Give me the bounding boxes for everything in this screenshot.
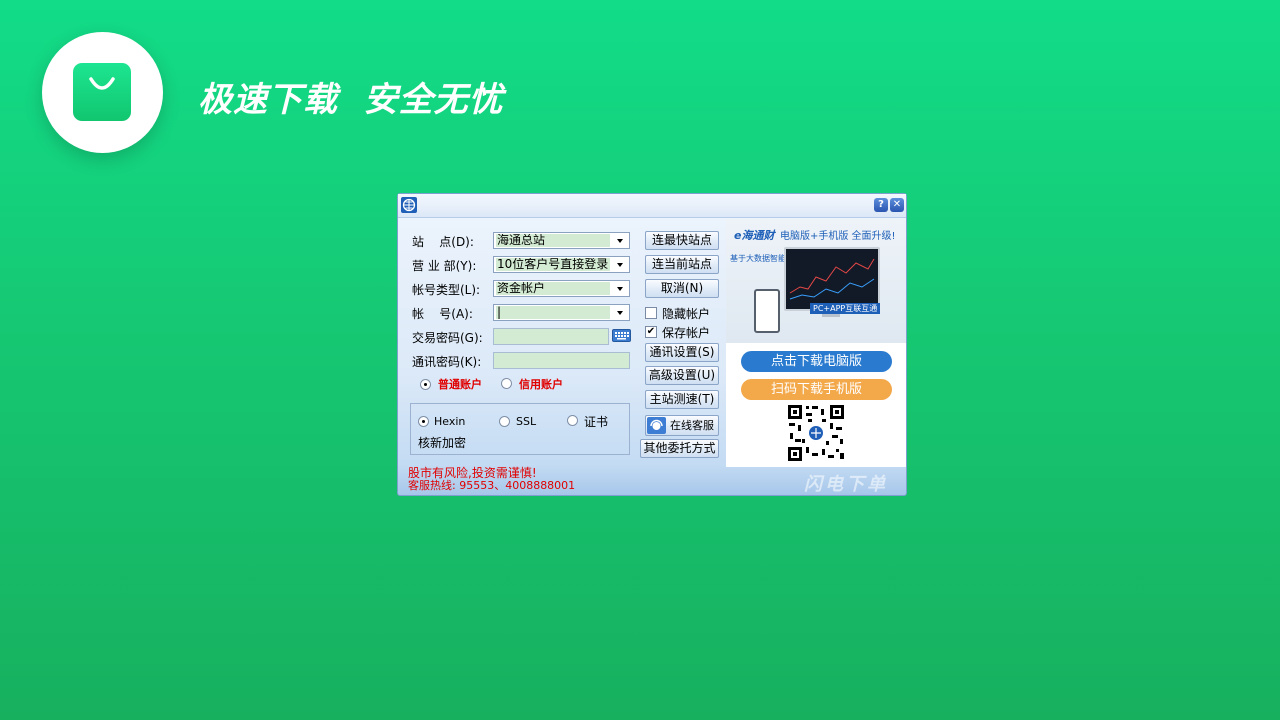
chevron-down-icon[interactable] bbox=[613, 234, 628, 247]
ad-panel[interactable]: e海通财 电脑版+手机版 全面升级! 基于大数据智能化投资 PC+APP互联互通… bbox=[726, 219, 906, 467]
login-dialog: ? ✕ 站 点(D): 营 业 部(Y): 帐号类型(L): 帐 号(A): 交… bbox=[397, 193, 907, 496]
account-type-label: 帐号类型(L): bbox=[412, 283, 481, 297]
flash-order-logo: 闪电下单 bbox=[804, 474, 888, 495]
qr-code-image[interactable] bbox=[786, 403, 846, 463]
online-service-label: 在线客服 bbox=[670, 419, 714, 432]
trade-password-label: 交易密码(G): bbox=[412, 331, 483, 345]
comm-settings-button[interactable]: 通讯设置(S) bbox=[645, 343, 719, 362]
phone-image bbox=[754, 289, 780, 333]
cert-label: 证书 bbox=[584, 415, 609, 429]
branch-select-value: 10位客户号直接登录 bbox=[496, 258, 610, 271]
advanced-settings-button[interactable]: 高级设置(U) bbox=[645, 366, 719, 385]
branch-select[interactable]: 10位客户号直接登录 bbox=[493, 256, 630, 273]
hexin-label: Hexin bbox=[434, 415, 466, 428]
verify-encrypt-label: 核新加密 bbox=[418, 436, 467, 450]
keyboard-icon[interactable] bbox=[612, 329, 631, 342]
branch-label: 营 业 部(Y): bbox=[412, 259, 477, 273]
connect-fastest-button[interactable]: 连最快站点 bbox=[645, 231, 719, 250]
hotline-text: 客服热线: 95553、4008888001 bbox=[408, 479, 576, 492]
cert-radio[interactable] bbox=[567, 415, 578, 426]
close-icon[interactable]: ✕ bbox=[890, 198, 904, 212]
normal-account-label: 普通账户 bbox=[438, 378, 482, 391]
speed-test-button[interactable]: 主站测速(T) bbox=[645, 390, 719, 409]
download-mobile-button[interactable]: 扫码下载手机版 bbox=[741, 379, 892, 400]
hexin-radio[interactable] bbox=[418, 416, 429, 427]
credit-account-radio[interactable] bbox=[501, 378, 512, 389]
chevron-down-icon[interactable] bbox=[613, 258, 628, 271]
comm-password-label: 通讯密码(K): bbox=[412, 355, 482, 369]
comm-password-input[interactable] bbox=[493, 352, 630, 369]
monitor-image bbox=[784, 247, 880, 311]
normal-account-radio[interactable] bbox=[420, 379, 431, 390]
account-type-select[interactable]: 资金帐户 bbox=[493, 280, 630, 297]
account-input-value[interactable]: | bbox=[496, 306, 610, 319]
ad-banner[interactable]: e海通财 电脑版+手机版 全面升级! 基于大数据智能化投资 PC+APP互联互通 bbox=[726, 219, 906, 343]
hide-account-checkbox[interactable] bbox=[645, 307, 657, 319]
ad-headline: 电脑版+手机版 全面升级! bbox=[780, 231, 896, 242]
ssl-label: SSL bbox=[516, 415, 537, 428]
other-methods-button[interactable]: 其他委托方式 bbox=[640, 439, 719, 458]
ssl-radio[interactable] bbox=[499, 416, 510, 427]
account-input[interactable]: | bbox=[493, 304, 630, 321]
online-service-button[interactable]: 在线客服 bbox=[645, 415, 719, 436]
ad-brand: e海通财 bbox=[734, 229, 775, 242]
site-select[interactable]: 海通总站 bbox=[493, 232, 630, 249]
dialog-titlebar: ? ✕ bbox=[398, 194, 906, 218]
trade-password-input[interactable] bbox=[493, 328, 609, 345]
save-account-checkbox[interactable]: ✔ bbox=[645, 326, 657, 338]
hide-account-label: 隐藏帐户 bbox=[662, 307, 711, 321]
site-label: 站 点(D): bbox=[412, 235, 474, 249]
slogan-text: 极速下载 安全无忧 bbox=[198, 80, 504, 120]
chevron-down-icon[interactable] bbox=[613, 306, 628, 319]
account-label: 帐 号(A): bbox=[412, 307, 473, 321]
ad-pc-app: PC+APP互联互通 bbox=[810, 303, 881, 314]
download-pc-button[interactable]: 点击下载电脑版 bbox=[741, 351, 892, 372]
headset-icon bbox=[647, 417, 666, 434]
app-logo bbox=[42, 32, 163, 153]
shopping-bag-icon bbox=[73, 63, 131, 121]
haitong-logo-icon bbox=[401, 197, 417, 213]
account-type-select-value: 资金帐户 bbox=[496, 282, 610, 295]
help-icon[interactable]: ? bbox=[874, 198, 888, 212]
credit-account-label: 信用账户 bbox=[519, 378, 563, 391]
save-account-label: 保存帐户 bbox=[662, 326, 711, 340]
site-select-value: 海通总站 bbox=[496, 234, 610, 247]
cancel-button[interactable]: 取消(N) bbox=[645, 279, 719, 298]
chevron-down-icon[interactable] bbox=[613, 282, 628, 295]
connect-current-button[interactable]: 连当前站点 bbox=[645, 255, 719, 274]
